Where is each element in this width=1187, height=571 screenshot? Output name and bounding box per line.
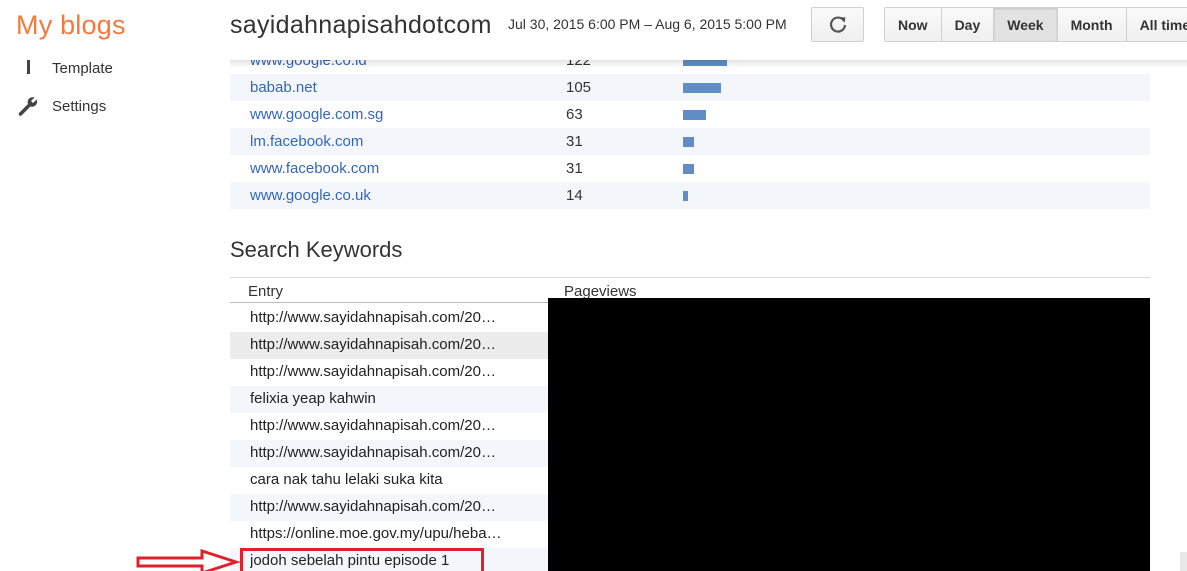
range-week-button[interactable]: Week: [994, 8, 1058, 41]
time-range-selector: Now Day Week Month All time: [884, 7, 1187, 42]
referrer-row: babab.net 105: [230, 74, 1150, 101]
header-underline: [230, 302, 548, 303]
refresh-icon: [829, 15, 846, 33]
referrer-bar: [683, 191, 688, 201]
entry-column-header[interactable]: Entry: [248, 283, 283, 300]
keyword-entry: http://www.sayidahnapisah.com/20…: [250, 444, 496, 461]
range-day-button[interactable]: Day: [941, 8, 995, 41]
keyword-entry: http://www.sayidahnapisah.com/20…: [250, 363, 496, 380]
referrer-count: 63: [566, 106, 583, 123]
section-divider: [230, 277, 1150, 278]
referrer-bar: [683, 164, 694, 174]
sidebar-item-label: Template: [52, 59, 113, 77]
referrer-count: 31: [566, 160, 583, 177]
range-month-button[interactable]: Month: [1057, 8, 1127, 41]
keyword-entry: http://www.sayidahnapisah.com/20…: [250, 417, 496, 434]
keyword-entry: cara nak tahu lelaki suka kita: [250, 471, 443, 488]
referrer-link[interactable]: www.facebook.com: [250, 160, 379, 177]
keyword-entry: http://www.sayidahnapisah.com/20…: [250, 309, 496, 326]
sidebar: Template Settings: [0, 58, 220, 571]
referrer-bar: [683, 110, 706, 120]
referrer-bar: [683, 83, 721, 93]
keyword-entry: http://www.sayidahnapisah.com/20…: [250, 498, 496, 515]
referrer-count: 31: [566, 133, 583, 150]
annotation-highlight-box: [240, 548, 484, 571]
referrer-link[interactable]: lm.facebook.com: [250, 133, 363, 150]
referrer-link[interactable]: www.google.co.uk: [250, 187, 371, 204]
top-header: My blogs sayidahnapisahdotcom Jul 30, 20…: [0, 0, 1187, 60]
sidebar-item-label: Settings: [52, 97, 107, 115]
my-blogs-link[interactable]: My blogs: [16, 10, 126, 41]
range-all-time-button[interactable]: All time: [1126, 8, 1187, 41]
refresh-button[interactable]: [811, 7, 864, 42]
blog-title[interactable]: sayidahnapisahdotcom: [230, 11, 494, 40]
referrer-row: www.google.com.sg 63: [230, 101, 1150, 128]
wrench-icon: [16, 94, 40, 118]
referrers-table: www.google.co.id122babab.net105www.googl…: [230, 52, 1150, 209]
keyword-entry: http://www.sayidahnapisah.com/20…: [250, 336, 496, 353]
referrer-link[interactable]: www.google.com.sg: [250, 106, 383, 123]
referrer-count: 14: [566, 187, 583, 204]
redaction-box: [548, 298, 1150, 571]
referrer-row: lm.facebook.com 31: [230, 128, 1150, 155]
range-now-button[interactable]: Now: [885, 8, 942, 41]
sidebar-item-settings[interactable]: Settings: [16, 94, 106, 118]
keyword-entry: felixia yeap kahwin: [250, 390, 376, 407]
keyword-entry: https://online.moe.gov.my/upu/heba…: [250, 525, 502, 542]
referrer-row: www.facebook.com 31: [230, 155, 1150, 182]
header-shadow: [230, 60, 1187, 68]
referrer-count: 105: [566, 79, 592, 96]
annotation-arrow: [136, 549, 240, 571]
referrer-row: www.google.co.uk 14: [230, 182, 1150, 209]
referrer-link[interactable]: babab.net: [250, 79, 317, 96]
referrer-bar: [683, 137, 694, 147]
search-keywords-title: Search Keywords: [230, 237, 403, 262]
date-range-label: Jul 30, 2015 6:00 PM – Aug 6, 2015 5:00 …: [508, 16, 787, 32]
scrollbar[interactable]: [1180, 552, 1187, 571]
